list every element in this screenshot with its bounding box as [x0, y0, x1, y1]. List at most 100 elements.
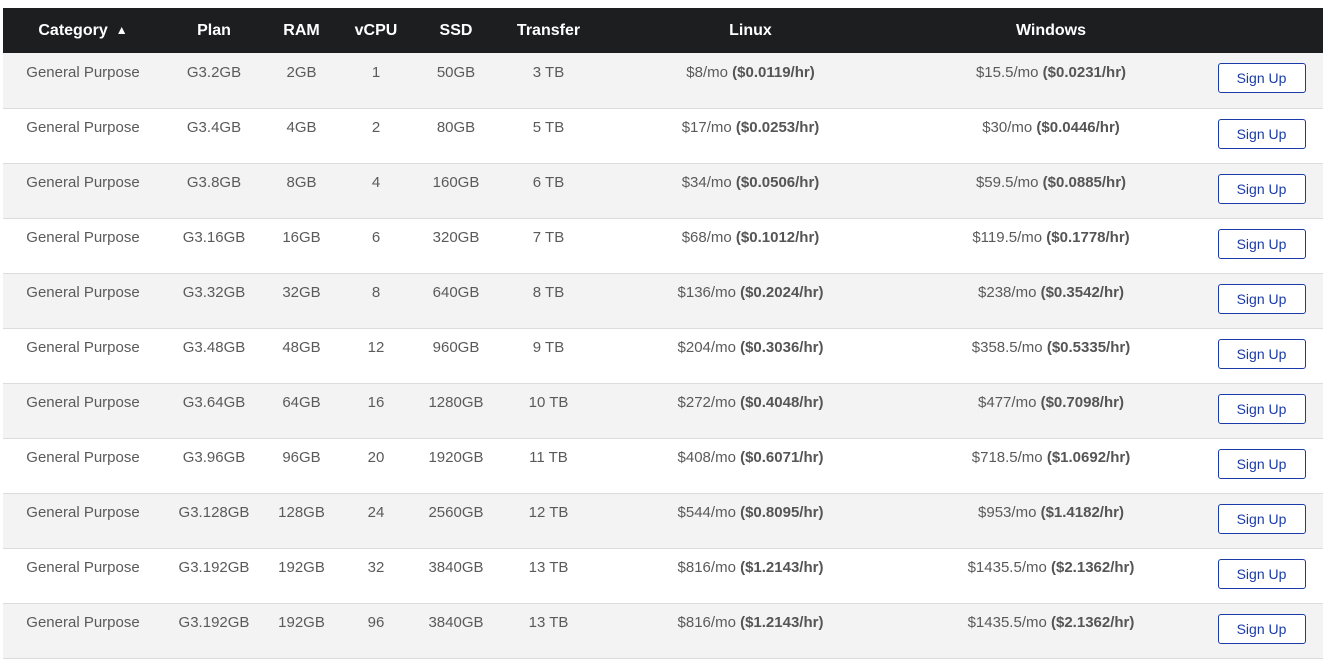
linux-monthly-price: $68/mo	[681, 229, 732, 246]
windows-monthly-price: $238/mo	[978, 284, 1037, 301]
windows-hourly-price: ($0.5335/hr)	[1046, 339, 1131, 356]
ssd-text: 160GB	[432, 174, 480, 191]
vcpu-text: 20	[367, 449, 385, 466]
ram-text: 4GB	[286, 119, 317, 136]
sign-up-button[interactable]: Sign Up	[1217, 503, 1306, 534]
table-body: General Purpose G3.2GB 2GB 1 50GB 3 TB $8/mo (…	[3, 53, 1323, 658]
cell-ram: 192GB	[265, 603, 338, 658]
cell-ram: 16GB	[265, 218, 338, 273]
cell-category: General Purpose	[3, 493, 163, 548]
column-header-ssd[interactable]: SSD	[414, 8, 498, 53]
cell-transfer: 10 TB	[498, 383, 599, 438]
sort-ascending-icon[interactable]: ▲	[116, 23, 128, 37]
cell-vcpu: 16	[338, 383, 414, 438]
column-header-plan[interactable]: Plan	[163, 8, 265, 53]
cell-vcpu: 32	[338, 548, 414, 603]
cell-linux-price: $272/mo ($0.4048/hr)	[599, 383, 902, 438]
cell-ssd: 50GB	[414, 53, 498, 108]
sign-up-button[interactable]: Sign Up	[1217, 613, 1306, 644]
pricing-table-container: Category ▲ Plan RAM vCPU SSD Transfer Lin…	[3, 8, 1323, 659]
linux-monthly-price: $816/mo	[677, 559, 736, 576]
windows-hourly-price: ($0.0231/hr)	[1042, 63, 1127, 81]
plan-text: G3.64GB	[182, 394, 246, 411]
sign-up-button[interactable]: Sign Up	[1217, 118, 1306, 149]
windows-hourly-price: ($0.0885/hr)	[1042, 174, 1127, 191]
ssd-text: 320GB	[432, 229, 480, 246]
category-text: General Purpose	[26, 614, 140, 631]
cell-ssd: 3840GB	[414, 548, 498, 603]
column-header-ram[interactable]: RAM	[265, 8, 338, 53]
cell-linux-price: $544/mo ($0.8095/hr)	[599, 493, 902, 548]
plan-text: G3.2GB	[186, 63, 242, 81]
ram-text: 2GB	[286, 63, 317, 81]
cell-plan: G3.2GB	[163, 53, 265, 108]
column-header-category-label: Category	[38, 21, 108, 39]
cell-ram: 64GB	[265, 383, 338, 438]
plan-text: G3.16GB	[182, 229, 246, 246]
column-header-category[interactable]: Category ▲	[3, 8, 163, 53]
category-text: General Purpose	[26, 449, 140, 466]
cell-category: General Purpose	[3, 383, 163, 438]
cell-vcpu: 4	[338, 163, 414, 218]
column-header-transfer[interactable]: Transfer	[498, 8, 599, 53]
sign-up-button[interactable]: Sign Up	[1217, 393, 1306, 424]
transfer-text: 7 TB	[532, 229, 565, 246]
linux-monthly-price: $136/mo	[677, 284, 736, 301]
cell-plan: G3.192GB	[163, 603, 265, 658]
table-row: General Purpose G3.8GB 8GB 4 160GB 6 TB $34/mo…	[3, 163, 1323, 218]
linux-monthly-price: $272/mo	[677, 394, 736, 411]
cell-vcpu: 20	[338, 438, 414, 493]
cell-ram: 48GB	[265, 328, 338, 383]
cell-plan: G3.96GB	[163, 438, 265, 493]
plan-text: G3.8GB	[186, 174, 242, 191]
cell-ram: 128GB	[265, 493, 338, 548]
cell-action: Sign Up	[1200, 218, 1323, 273]
cell-action: Sign Up	[1200, 383, 1323, 438]
linux-monthly-price: $408/mo	[677, 449, 736, 466]
cell-vcpu: 6	[338, 218, 414, 273]
sign-up-button[interactable]: Sign Up	[1217, 283, 1306, 314]
cell-linux-price: $408/mo ($0.6071/hr)	[599, 438, 902, 493]
cell-category: General Purpose	[3, 548, 163, 603]
cell-action: Sign Up	[1200, 53, 1323, 108]
vcpu-text: 4	[371, 174, 381, 191]
cell-action: Sign Up	[1200, 548, 1323, 603]
sign-up-button[interactable]: Sign Up	[1217, 173, 1306, 204]
linux-monthly-price: $816/mo	[677, 614, 736, 631]
category-text: General Purpose	[26, 229, 140, 246]
windows-monthly-price: $718.5/mo	[971, 449, 1043, 466]
linux-hourly-price: ($1.2143/hr)	[740, 559, 824, 576]
cell-category: General Purpose	[3, 218, 163, 273]
cell-action: Sign Up	[1200, 603, 1323, 658]
cell-transfer: 11 TB	[498, 438, 599, 493]
sign-up-button[interactable]: Sign Up	[1217, 558, 1306, 589]
cell-linux-price: $68/mo ($0.1012/hr)	[599, 218, 902, 273]
cell-ssd: 160GB	[414, 163, 498, 218]
cell-plan: G3.192GB	[163, 548, 265, 603]
cell-linux-price: $8/mo ($0.0119/hr)	[599, 53, 902, 108]
cell-vcpu: 12	[338, 328, 414, 383]
ram-text: 64GB	[282, 394, 321, 411]
plan-text: G3.48GB	[182, 339, 246, 356]
ram-text: 16GB	[282, 229, 321, 246]
category-text: General Purpose	[26, 284, 140, 301]
cell-ssd: 640GB	[414, 273, 498, 328]
ram-text: 128GB	[278, 504, 325, 521]
sign-up-button[interactable]: Sign Up	[1217, 338, 1306, 369]
table-row: General Purpose G3.96GB 96GB 20 1920GB 11 TB $…	[3, 438, 1323, 493]
cell-linux-price: $816/mo ($1.2143/hr)	[599, 603, 902, 658]
column-header-linux[interactable]: Linux	[599, 8, 902, 53]
vcpu-text: 16	[367, 394, 385, 411]
category-text: General Purpose	[26, 394, 140, 411]
sign-up-button[interactable]: Sign Up	[1217, 228, 1306, 259]
category-text: General Purpose	[26, 559, 140, 576]
column-header-windows[interactable]: Windows	[902, 8, 1200, 53]
vcpu-text: 1	[371, 63, 381, 81]
column-header-vcpu[interactable]: vCPU	[338, 8, 414, 53]
cell-linux-price: $34/mo ($0.0506/hr)	[599, 163, 902, 218]
linux-hourly-price: ($0.4048/hr)	[740, 394, 824, 411]
cell-windows-price: $15.5/mo ($0.0231/hr)	[902, 53, 1200, 108]
sign-up-button[interactable]: Sign Up	[1217, 448, 1306, 479]
sign-up-button[interactable]: Sign Up	[1217, 63, 1306, 94]
ssd-text: 3840GB	[428, 559, 484, 576]
